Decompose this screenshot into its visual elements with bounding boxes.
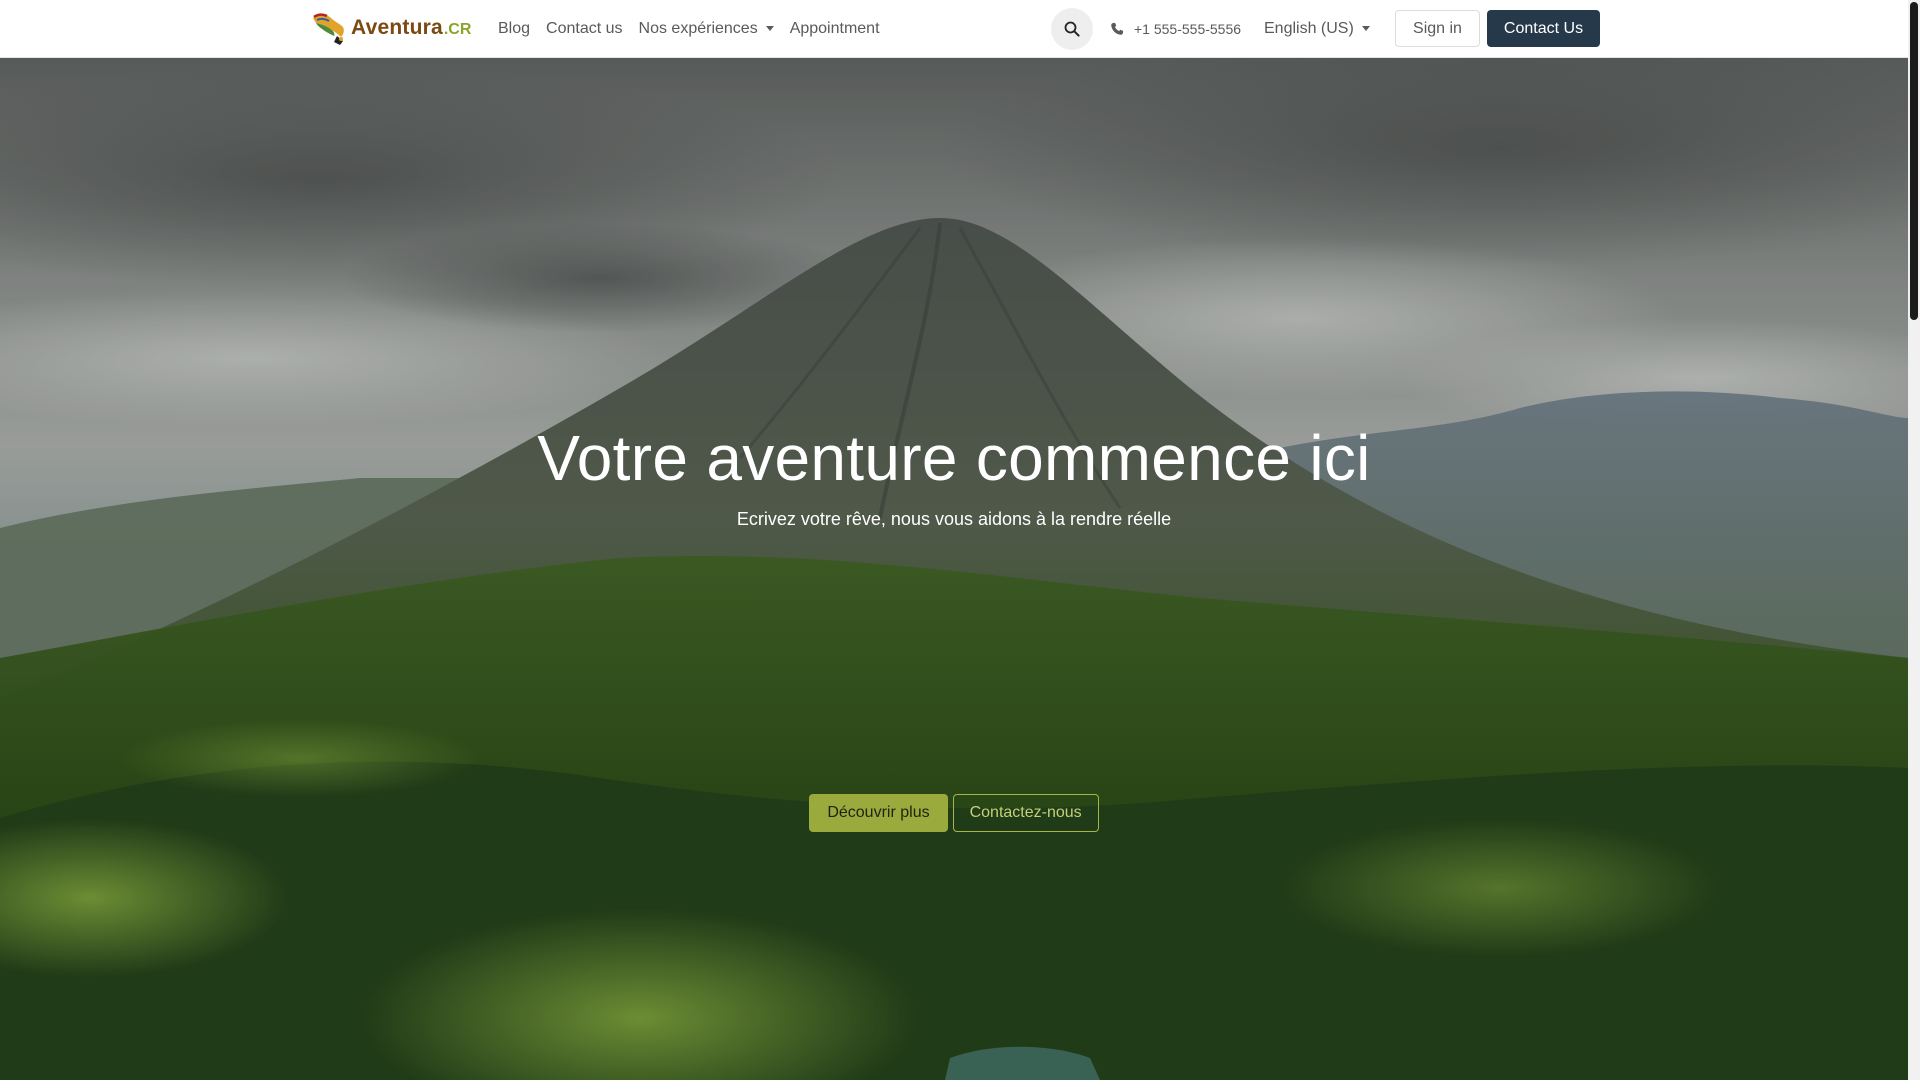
- search-icon: [1064, 21, 1080, 37]
- search-button[interactable]: [1051, 8, 1093, 50]
- hero-section: Votre aventure commence ici Ecrivez votr…: [0, 58, 1908, 1080]
- hero-title: Votre aventure commence ici: [537, 422, 1371, 494]
- hero-actions: Découvrir plus Contactez-nous: [0, 794, 1908, 832]
- nav-blog[interactable]: Blog: [490, 20, 538, 38]
- brand-suffix: .CR: [443, 21, 472, 38]
- nav-nos-experiences-label: Nos expériences: [638, 19, 758, 37]
- phone-link[interactable]: +1 555-555-5556: [1110, 0, 1241, 57]
- sign-in-button[interactable]: Sign in: [1395, 10, 1480, 47]
- nav-nos-experiences[interactable]: Nos expériences: [631, 20, 782, 38]
- logo-icon: [313, 13, 344, 45]
- site-header: Aventura .CR Blog Contact us Nos expérie…: [0, 0, 1908, 58]
- brand-logo[interactable]: Aventura .CR: [310, 10, 471, 46]
- nav-contact-us[interactable]: Contact us: [538, 20, 630, 38]
- chevron-down-icon: [1361, 26, 1370, 31]
- page-scrollbar[interactable]: [1908, 0, 1920, 1080]
- hero-subtitle: Ecrivez votre rêve, nous vous aidons à l…: [736, 509, 1172, 529]
- phone-icon: [1111, 22, 1124, 35]
- scrollbar-thumb[interactable]: [1910, 2, 1918, 320]
- nav-appointment[interactable]: Appointment: [782, 20, 888, 38]
- discover-more-button[interactable]: Découvrir plus: [809, 794, 948, 832]
- language-selector[interactable]: English (US): [1264, 0, 1370, 57]
- main-nav: Blog Contact us Nos expériences Appointm…: [490, 0, 888, 57]
- phone-number: +1 555-555-5556: [1134, 20, 1242, 37]
- brand-name: Aventura: [351, 16, 443, 39]
- contact-us-button[interactable]: Contact Us: [1487, 10, 1600, 47]
- contact-us-hero-button[interactable]: Contactez-nous: [952, 794, 1099, 832]
- language-label: English (US): [1264, 19, 1354, 37]
- hero-overlay: [0, 58, 1908, 1080]
- chevron-down-icon: [765, 26, 774, 31]
